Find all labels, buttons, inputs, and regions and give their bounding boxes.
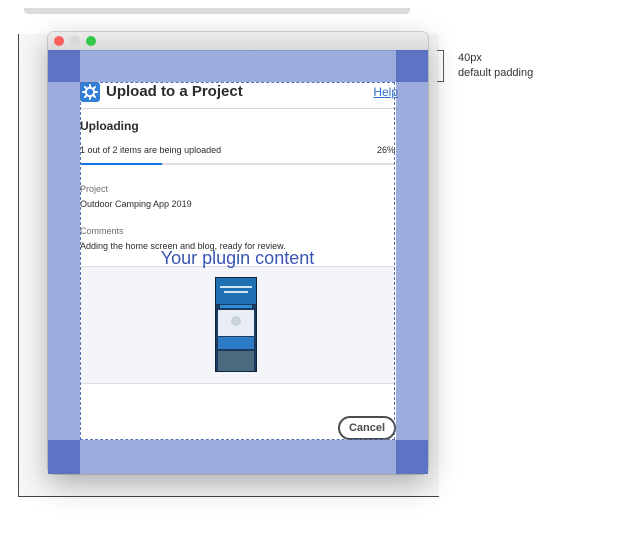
padding-overlay-top [48,50,428,82]
progress-bar [80,163,395,165]
padding-overlay-corner [48,50,80,82]
background-window-edge [24,8,410,14]
cancel-button[interactable]: Cancel [338,416,396,440]
close-window-button[interactable] [54,36,64,46]
thumbnail-banner [218,337,254,349]
padding-overlay-corner [48,440,80,474]
window-titlebar [48,32,428,51]
padding-bracket [437,50,444,82]
project-value: Outdoor Camping App 2019 [80,199,192,209]
uploading-heading: Uploading [80,119,139,133]
project-label: Project [80,184,109,194]
progress-bar-fill [80,163,162,165]
thumbnail-button [220,305,252,308]
progress-label: 1 out of 2 items are being uploaded [80,145,222,155]
dialog-header: Upload to a Project Help [80,82,398,109]
zoom-window-button[interactable] [86,36,96,46]
padding-overlay-corner [396,440,428,474]
dialog-title: Upload to a Project [106,83,243,100]
padding-overlay-left [48,82,80,440]
thumbnail-avatar [231,316,241,326]
padding-overlay-right [396,82,428,440]
padding-size-annotation: 40px [458,52,482,64]
thumbnail-image [218,351,254,371]
minimize-window-button[interactable] [70,36,80,46]
gear-icon [80,82,100,102]
comments-label: Comments [80,226,124,236]
plugin-content-caption: Your plugin content [160,248,315,268]
padding-overlay-bottom [48,440,428,474]
app-screenshot-thumbnail [215,277,257,372]
thumbnail-header-text [224,291,248,293]
padding-overlay-corner [396,50,428,82]
thumbnail-header-text [220,286,252,288]
help-link[interactable]: Help [373,85,398,99]
padding-label-annotation: default padding [458,67,534,79]
progress-percent: 26% [377,145,396,155]
